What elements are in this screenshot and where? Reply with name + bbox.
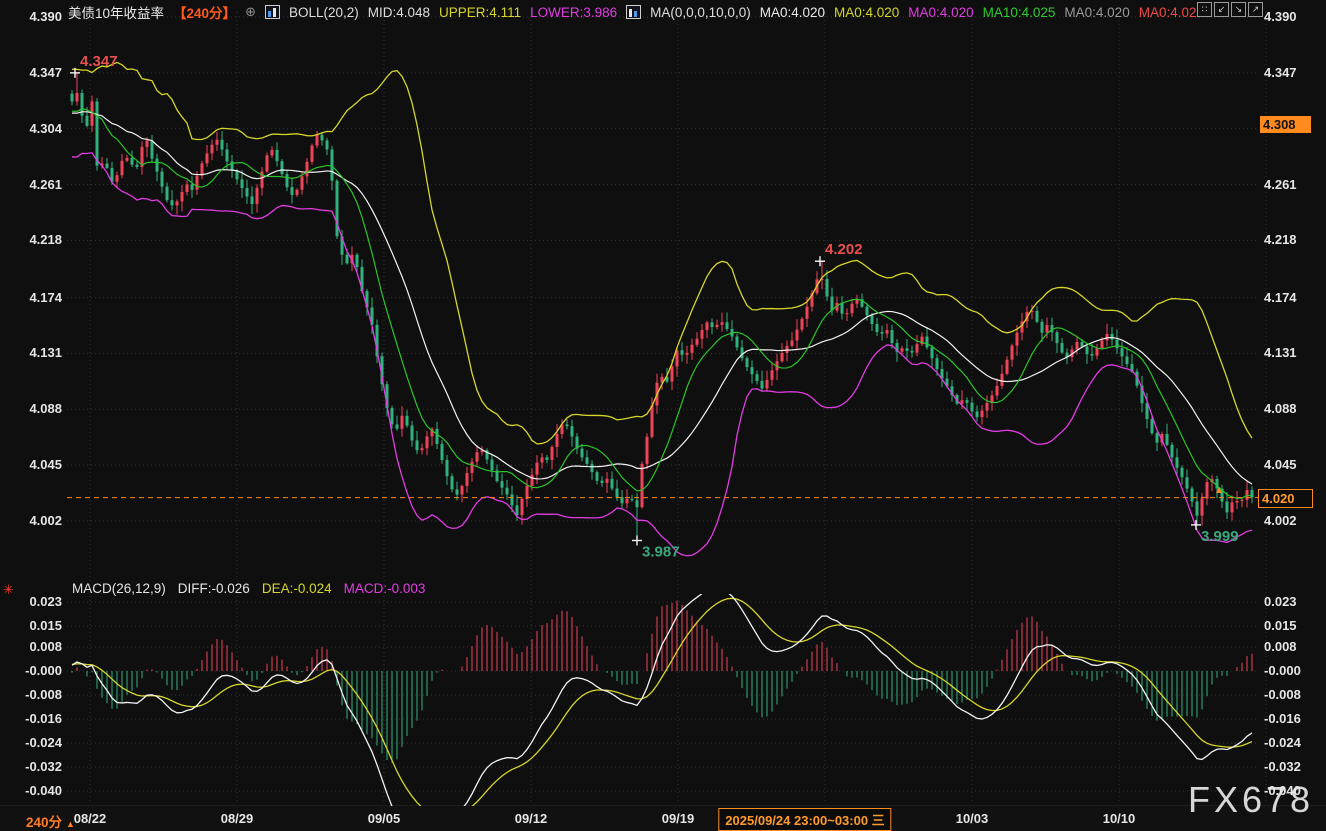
- ma10-line: [72, 109, 1252, 498]
- extreme-marker: 3.987: [632, 535, 680, 560]
- svg-text:4.347: 4.347: [80, 53, 118, 70]
- ma-value: MA0:4.020: [834, 5, 899, 20]
- macd-axis-label-left: -0.032: [0, 759, 62, 775]
- price-axis-label-left: 4.261: [0, 177, 62, 193]
- candlesticks: [71, 73, 1254, 541]
- price-up-arrow-icon: ▲: [1214, 485, 1224, 496]
- price-axis-label-right: 4.131: [1264, 345, 1297, 361]
- macd-histogram: [72, 601, 1252, 763]
- ma-value: MA0:4.020: [760, 5, 825, 20]
- price-axis-label-right: 4.261: [1264, 177, 1297, 193]
- price-axis-label-left: 4.218: [0, 232, 62, 248]
- macd-dea-value: DEA:-0.024: [262, 581, 332, 596]
- macd-axis-label-right: -0.024: [1264, 735, 1301, 751]
- chart-window: 4.347 3.987 4.202 3.999 美债10年收益率 【240分】 ⊕ B…: [0, 0, 1326, 831]
- ma-params-label: MA(0,0,0,10,0,0): [650, 5, 751, 20]
- main-chart-header: 美债10年收益率 【240分】 ⊕ BOLL(20,2) MID:4.048 U…: [68, 2, 1204, 22]
- add-indicator-icon[interactable]: ⊕: [245, 4, 256, 20]
- price-axis-label-left: 4.045: [0, 457, 62, 473]
- boll-indicator-icon: [265, 5, 280, 19]
- macd-diff-value: DIFF:-0.026: [178, 581, 250, 596]
- period-label[interactable]: 【240分】: [173, 2, 236, 22]
- scale-down-left-icon[interactable]: ↙: [1214, 2, 1229, 17]
- macd-axis-label-right: -0.016: [1264, 711, 1301, 727]
- boll-mid-value: MID:4.048: [368, 5, 430, 20]
- chart-toolbar: ∷↙↘↗: [1197, 2, 1263, 17]
- price-axis-label-left: 4.174: [0, 290, 62, 306]
- boll-label: BOLL(20,2): [289, 5, 359, 20]
- price-axis-label-left: 4.347: [0, 65, 62, 81]
- macd-header: MACD(26,12,9) DIFF:-0.026 DEA:-0.024 MAC…: [72, 581, 425, 596]
- macd-axis-label-left: -0.040: [0, 783, 62, 799]
- time-axis-label: 10/10: [1103, 811, 1136, 826]
- macd-axis-label-right: 0.008: [1264, 639, 1297, 655]
- macd-axis-label-left: -0.000: [0, 663, 62, 679]
- price-axis-label-right: 4.390: [1264, 9, 1297, 25]
- boll-lower-value: LOWER:3.986: [530, 5, 617, 20]
- time-axis-label: 10/03: [956, 811, 989, 826]
- price-axis-label-right: 4.002: [1264, 513, 1297, 529]
- svg-text:4.202: 4.202: [825, 241, 863, 258]
- price-axis-label-right: 4.045: [1264, 457, 1297, 473]
- open-level-badge: 4.308: [1260, 116, 1311, 133]
- price-axis-label-left: 4.088: [0, 401, 62, 417]
- time-axis-bar: 240分▲ 08/22 08/29 09/05 09/12 09/19 10/03 10/1…: [0, 806, 1326, 831]
- macd-axis-label-right: 0.023: [1264, 594, 1297, 610]
- gridlines: [0, 12, 1326, 806]
- boll-lower-line: [72, 153, 1252, 556]
- last-price-badge: 4.020: [1258, 489, 1313, 508]
- price-axis-label-right: 4.347: [1264, 65, 1297, 81]
- price-axis-label-right: 4.088: [1264, 401, 1297, 417]
- crosshair-date-box: 2025/09/24 23:00~03:00 三: [718, 808, 891, 831]
- chart-canvas[interactable]: 4.347 3.987 4.202 3.999: [0, 0, 1326, 831]
- macd-axis-label-left: 0.008: [0, 639, 62, 655]
- macd-hist-value: MACD:-0.003: [344, 581, 426, 596]
- time-axis-label: 09/19: [662, 811, 695, 826]
- macd-axis-label-right: 0.015: [1264, 618, 1297, 634]
- macd-axis-label-left: -0.024: [0, 735, 62, 751]
- time-axis-label: 09/05: [368, 811, 401, 826]
- price-axis-label-left: 4.390: [0, 9, 62, 25]
- macd-axis-label-right: -0.032: [1264, 759, 1301, 775]
- price-axis-label-right: 4.174: [1264, 290, 1297, 306]
- ma-value: MA0:4.020: [1064, 5, 1129, 20]
- time-axis-label: 08/29: [221, 811, 254, 826]
- svg-text:3.999: 3.999: [1201, 528, 1239, 545]
- macd-axis-label-left: -0.008: [0, 687, 62, 703]
- time-axis-label: 09/12: [515, 811, 548, 826]
- scale-down-right-icon[interactable]: ↘: [1231, 2, 1246, 17]
- price-axis-label-right: 4.218: [1264, 232, 1297, 248]
- price-axis-label-left: 4.131: [0, 345, 62, 361]
- pan-tool-icon[interactable]: ∷: [1197, 2, 1212, 17]
- boll-upper-value: UPPER:4.111: [439, 5, 521, 20]
- macd-axis-label-right: -0.008: [1264, 687, 1301, 703]
- price-axis-label-left: 4.304: [0, 121, 62, 137]
- ma-value: MA0:4.020: [908, 5, 973, 20]
- ma-indicator-icon: [626, 5, 641, 19]
- macd-axis-label-left: 0.015: [0, 618, 62, 634]
- price-axis-label-left: 4.002: [0, 513, 62, 529]
- timeframe-button[interactable]: 240分▲: [26, 811, 75, 831]
- ma-value: MA0:4.020: [1139, 5, 1204, 20]
- watermark-logo: FX678: [1188, 779, 1314, 821]
- indicator-settings-icon[interactable]: ✳: [3, 582, 14, 598]
- macd-axis-label-right: -0.000: [1264, 663, 1301, 679]
- macd-axis-label-left: -0.016: [0, 711, 62, 727]
- jump-latest-icon[interactable]: ↗: [1248, 2, 1263, 17]
- time-axis-label: 08/22: [74, 811, 107, 826]
- symbol-title: 美债10年收益率: [68, 2, 164, 22]
- macd-params-label: MACD(26,12,9): [72, 581, 166, 596]
- ma-value: MA10:4.025: [983, 5, 1056, 20]
- ma-values: MA0:4.020 MA0:4.020 MA0:4.020 MA10:4.025 MA0…: [760, 5, 1204, 20]
- svg-text:3.987: 3.987: [642, 543, 680, 560]
